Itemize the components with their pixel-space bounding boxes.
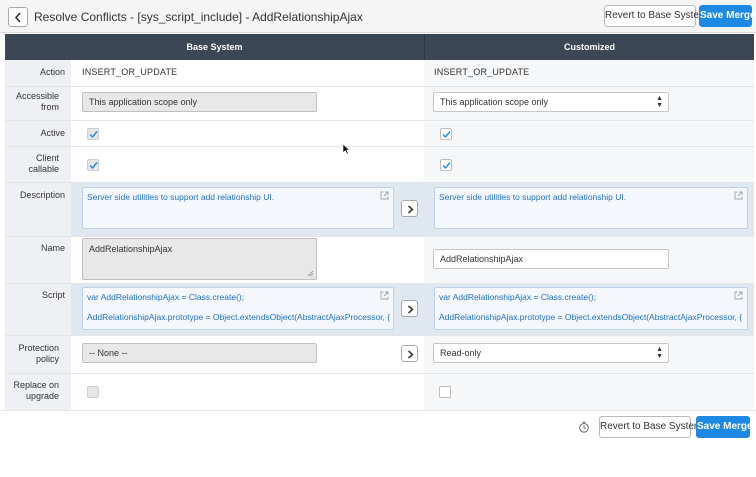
base-accessible-from-select: This application scope only [82, 92, 317, 112]
merge-table: Base System Customized Action Accessible… [5, 34, 754, 410]
column-title-base: Base System [186, 42, 243, 52]
label-script: Script [41, 290, 65, 300]
column-header-customized: Customized [424, 34, 754, 60]
chevron-right-icon [408, 350, 414, 359]
base-client-callable-checkbox [87, 159, 99, 171]
back-button[interactable] [8, 7, 28, 27]
column-header-base: Base System [5, 34, 424, 60]
save-merge-button-top[interactable]: Save Merge [699, 5, 756, 27]
external-link-icon[interactable] [380, 191, 389, 200]
label-description: Description [19, 190, 65, 200]
revert-to-base-button-top[interactable]: Revert to Base System [604, 5, 707, 27]
external-link-icon[interactable] [734, 191, 743, 200]
copy-protection-policy-button[interactable] [401, 345, 418, 362]
checkmark-icon [442, 162, 451, 170]
stopwatch-icon[interactable] [578, 421, 590, 433]
row-divider [5, 236, 754, 237]
resize-handle-icon [307, 270, 314, 277]
label-accessible-from: Accessible from [15, 91, 59, 112]
base-description-text: Server side utilities to support add rel… [87, 192, 275, 202]
label-name: Name [40, 243, 65, 253]
base-name-value: AddRelationshipAjax [89, 244, 173, 254]
updown-caret-icon: ▲ ▼ [656, 346, 663, 360]
row-divider [5, 182, 754, 183]
label-replace-on-upgrade: Replace on upgrade [13, 380, 59, 401]
base-replace-on-upgrade-checkbox [87, 386, 99, 398]
base-script-line-2: AddRelationshipAjax.prototype = Object.e… [87, 312, 391, 322]
label-protection-policy: Protection policy [18, 343, 59, 364]
base-name-textarea: AddRelationshipAjax [82, 238, 317, 280]
customized-active-checkbox[interactable] [440, 128, 452, 140]
revert-to-base-button-bottom[interactable]: Revert to Base System [599, 416, 702, 438]
base-protection-policy-select: -- None -- [82, 343, 317, 363]
base-protection-policy-value: -- None -- [89, 348, 128, 358]
row-divider [5, 146, 754, 147]
external-link-icon[interactable] [380, 291, 389, 300]
base-action-value: INSERT_OR_UPDATE [82, 67, 178, 77]
chevron-left-icon [14, 12, 21, 23]
label-action: Action [39, 67, 65, 77]
copy-script-button[interactable] [401, 300, 418, 317]
chevron-right-icon [408, 205, 414, 214]
copy-description-button[interactable] [401, 200, 418, 217]
row-divider [5, 335, 754, 336]
customized-action-value: INSERT_OR_UPDATE [434, 67, 530, 77]
row-divider [5, 283, 754, 284]
customized-name-value: AddRelationshipAjax [440, 254, 524, 264]
customized-replace-on-upgrade-checkbox[interactable] [439, 386, 451, 398]
checkmark-icon [89, 131, 98, 139]
customized-script-editor[interactable]: var AddRelationshipAjax = Class.create()… [434, 287, 748, 330]
base-script-line-1: var AddRelationshipAjax = Class.create()… [87, 292, 245, 302]
customized-script-line-1: var AddRelationshipAjax = Class.create()… [439, 292, 597, 302]
row-divider [5, 120, 754, 121]
customized-script-line-2: AddRelationshipAjax.prototype = Object.e… [439, 312, 743, 322]
checkmark-icon [89, 162, 98, 170]
customized-accessible-from-value: This application scope only [440, 97, 549, 107]
footer-divider [0, 410, 756, 411]
customized-name-input[interactable]: AddRelationshipAjax [433, 249, 669, 269]
updown-caret-icon: ▲ ▼ [656, 95, 663, 109]
customized-client-callable-checkbox[interactable] [440, 159, 452, 171]
customized-accessible-from-select[interactable]: This application scope only ▲ ▼ [433, 92, 669, 112]
header-bar: Resolve Conflicts - [sys_script_include]… [0, 0, 756, 33]
base-accessible-from-value: This application scope only [89, 97, 198, 107]
column-title-customized: Customized [563, 42, 615, 52]
row-divider [5, 373, 754, 374]
external-link-icon[interactable] [734, 291, 743, 300]
mouse-pointer-icon [342, 143, 350, 155]
label-client-callable: Client callable [28, 153, 59, 174]
customized-protection-policy-select[interactable]: Read-only ▲ ▼ [433, 343, 669, 363]
customized-description-editor[interactable]: Server side utilities to support add rel… [434, 187, 748, 229]
base-active-checkbox [87, 128, 99, 140]
checkmark-icon [442, 131, 451, 139]
save-merge-button-bottom[interactable]: Save Merge [696, 416, 753, 438]
chevron-right-icon [408, 305, 414, 314]
base-description-editor[interactable]: Server side utilities to support add rel… [82, 187, 394, 229]
customized-protection-policy-value: Read-only [440, 348, 482, 358]
row-divider [5, 86, 754, 87]
customized-description-text: Server side utilities to support add rel… [439, 192, 627, 202]
label-active: Active [40, 128, 65, 138]
page-title: Resolve Conflicts - [sys_script_include]… [34, 10, 363, 24]
base-script-editor[interactable]: var AddRelationshipAjax = Class.create()… [82, 287, 394, 330]
